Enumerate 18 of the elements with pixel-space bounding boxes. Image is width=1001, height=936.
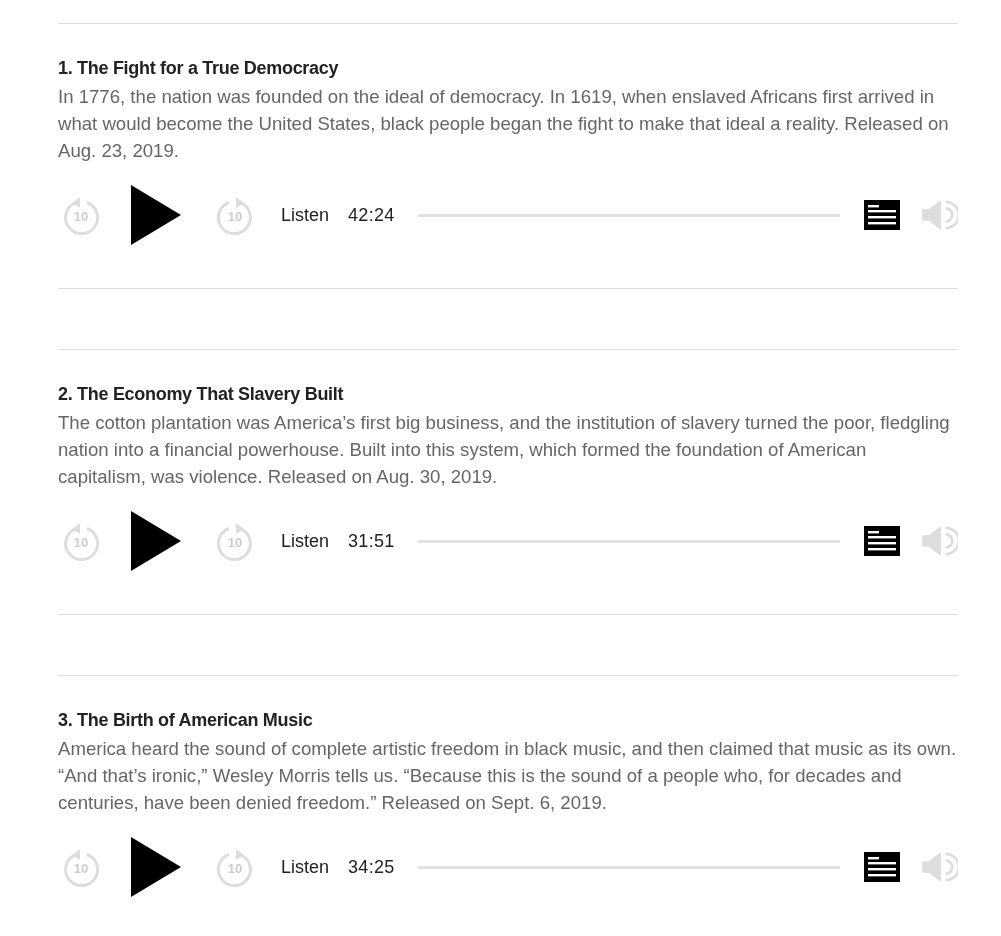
transcript-icon[interactable] [864, 852, 900, 882]
episode-title: 1. The Fight for a True Democracy [58, 57, 340, 80]
play-button[interactable] [131, 185, 181, 245]
episode-description: America heard the sound of complete artistic freedom in black music, and then claimed that music as its own. “And that’s ironic,” Wesley Morris tells us. “Because this is the sound of a people who, for decades and centuries, have been denied freedom.” Released on Sept. 6, 2019. [58, 737, 958, 815]
episode-description: In 1776, the nation was founded on the ideal of democracy. In 1619, when enslaved Africans first arrived in what would become the United States, black people began the fight to make that ideal a reality. Released on Aug. 23, 2019. [58, 85, 950, 163]
transcript-icon[interactable] [864, 200, 900, 230]
episode-title: 3. The Birth of American Music [58, 709, 314, 732]
duration: 31:51 [348, 530, 395, 552]
episode-description: The cotton plantation was America’s first big business, and the institution of slavery turned the poor, fledgling nation into a financial powerhouse. Built into this system, which formed the foundation of American capitalism, was violence. Released on Aug. 30, 2019. [58, 411, 951, 489]
play-button[interactable] [131, 837, 181, 897]
listen-label: Listen [281, 530, 330, 552]
listen-label: Listen [281, 204, 330, 226]
duration: 34:25 [348, 856, 395, 878]
duration: 42:24 [348, 204, 395, 226]
listen-label: Listen [281, 856, 330, 878]
play-button[interactable] [131, 511, 181, 571]
transcript-icon[interactable] [864, 526, 900, 556]
episode-title: 2. The Economy That Slavery Built [58, 383, 345, 406]
